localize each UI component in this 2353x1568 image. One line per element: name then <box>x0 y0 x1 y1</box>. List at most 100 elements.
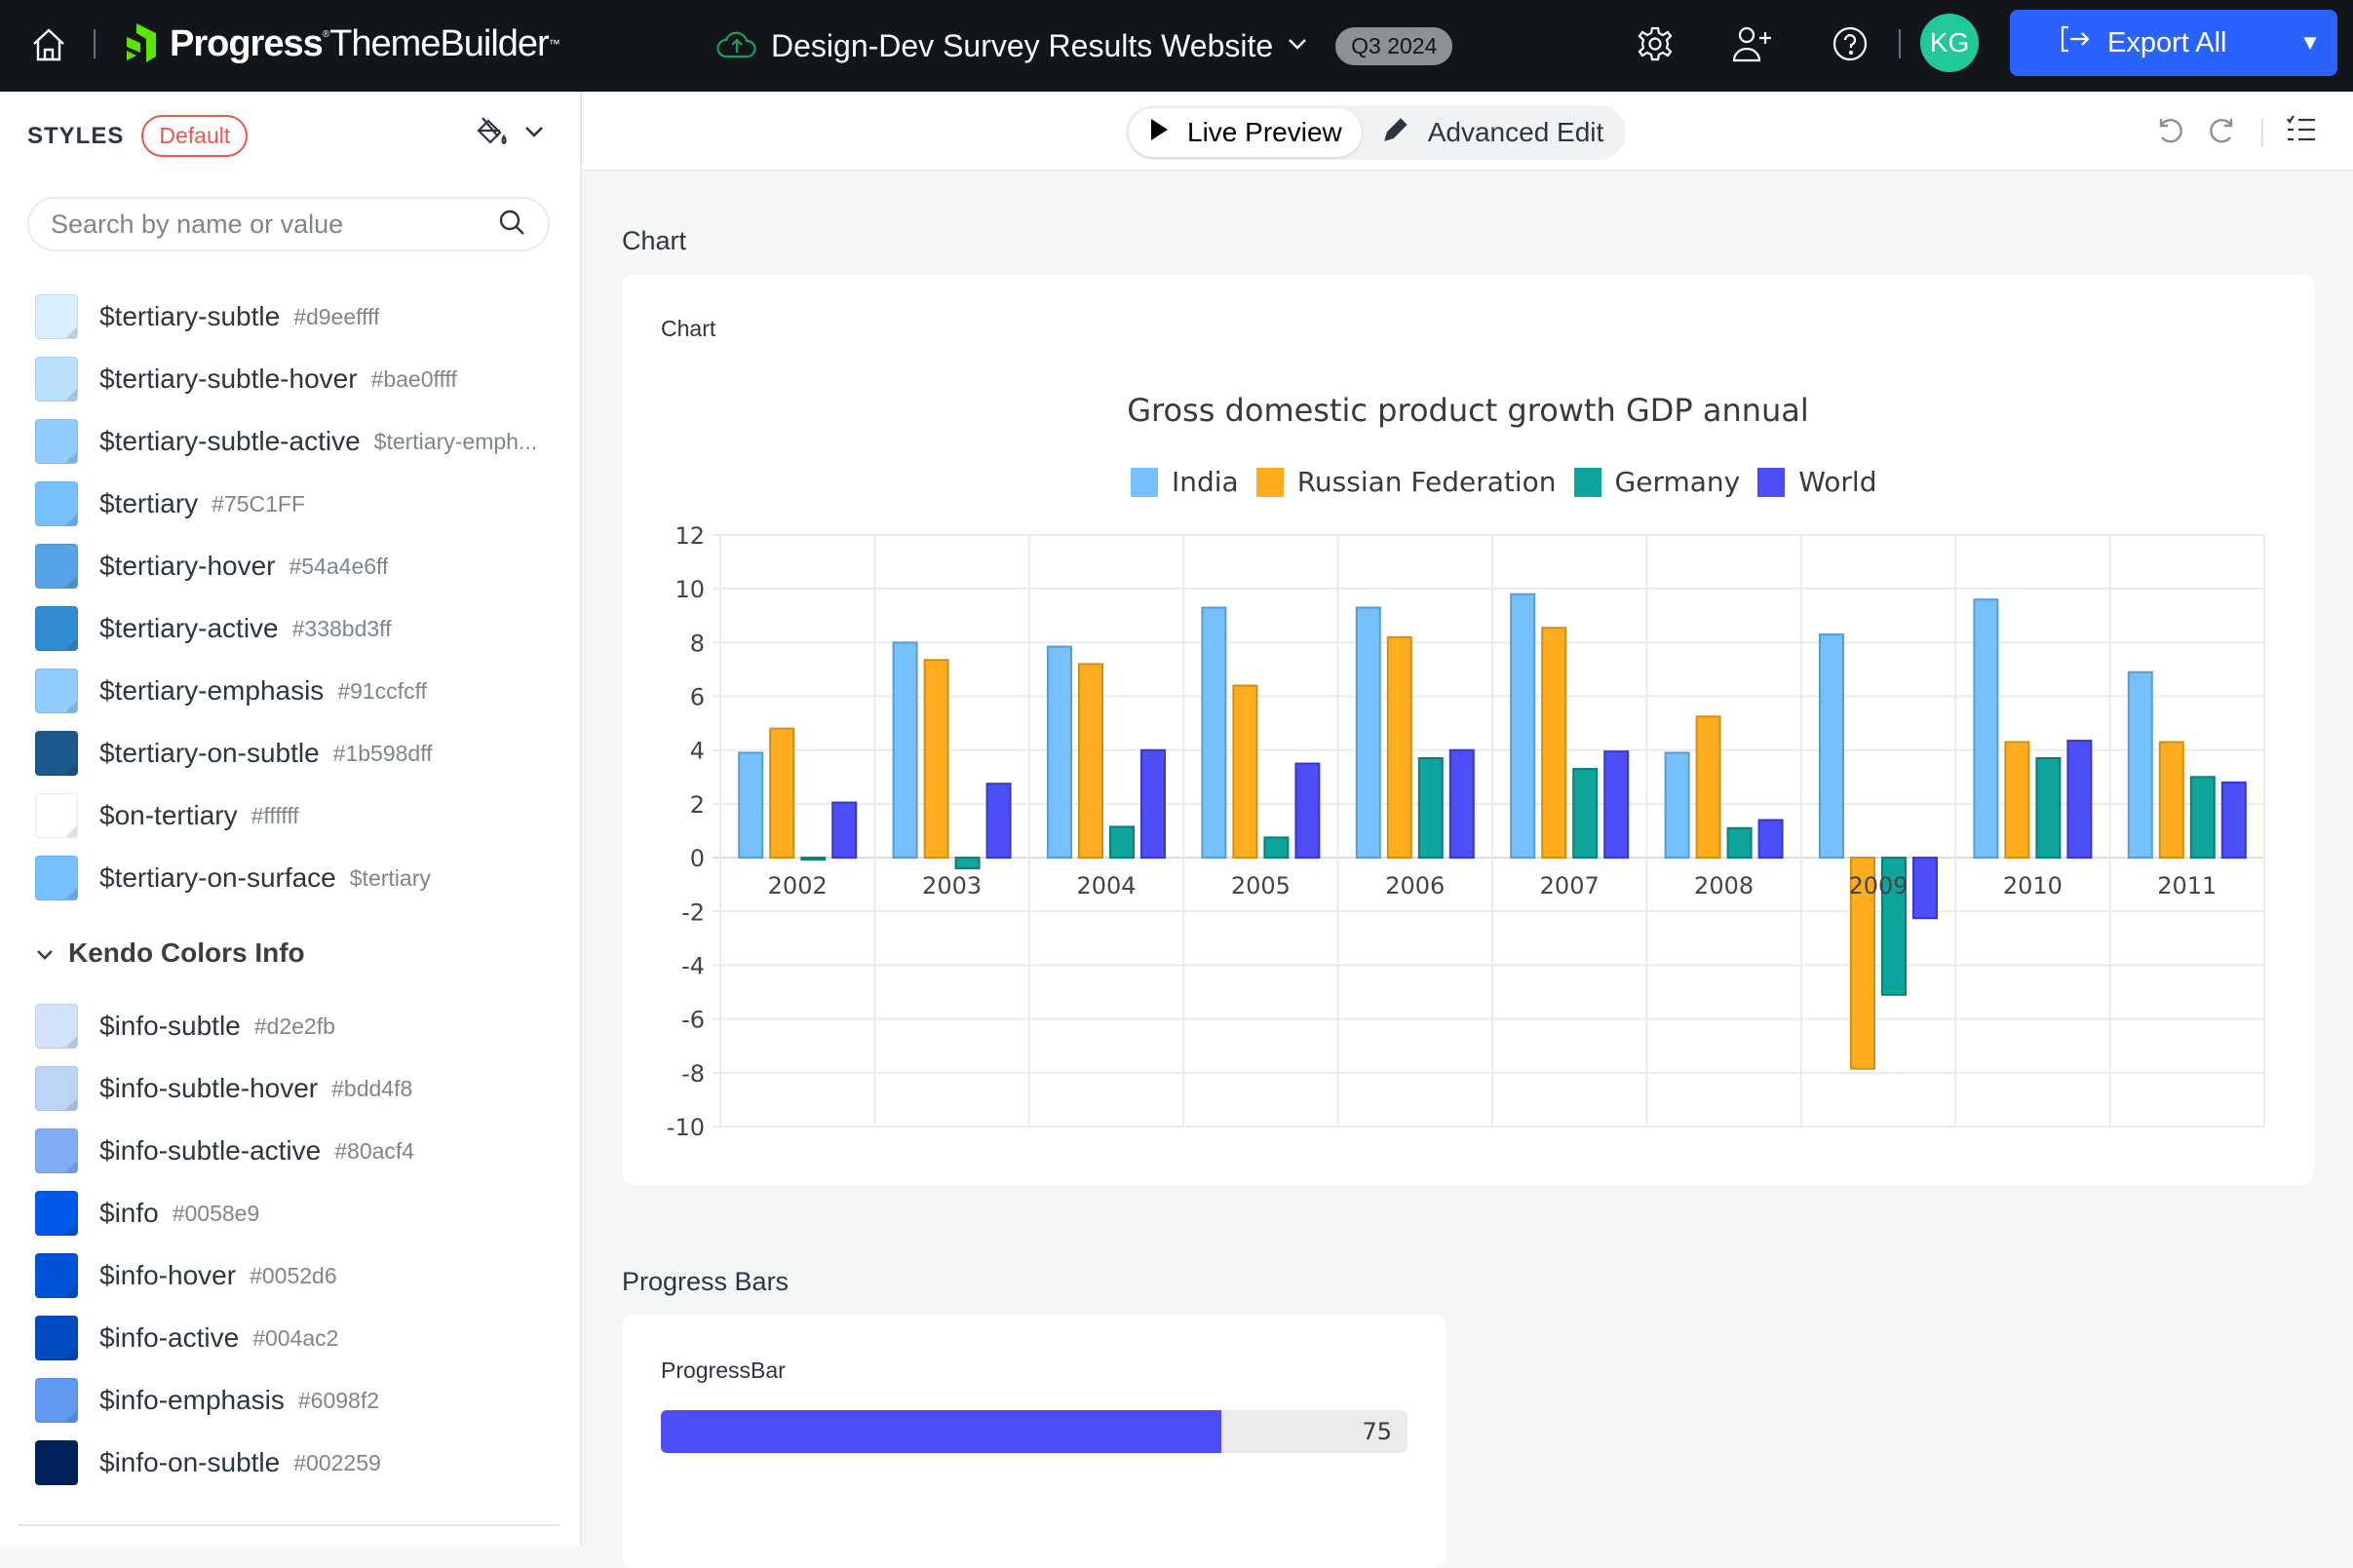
gear-icon[interactable] <box>1636 24 1677 65</box>
progress-bar-value: 75 <box>1362 1418 1392 1445</box>
color-swatch[interactable] <box>35 357 78 402</box>
export-all-button[interactable]: Export All ▼ <box>2010 10 2337 76</box>
bar-germany <box>1572 768 1599 860</box>
color-variable-item[interactable]: $tertiary-subtle #d9eeffff <box>35 294 379 339</box>
bar-world <box>1140 748 1166 860</box>
color-variable-value: #004ac2 <box>252 1324 339 1351</box>
x-tick-label: 2005 <box>1231 872 1291 899</box>
bar-russian-federation <box>2004 741 2030 860</box>
color-swatch[interactable] <box>35 1128 78 1173</box>
color-swatch[interactable] <box>35 419 78 464</box>
color-swatch[interactable] <box>35 669 78 713</box>
color-variable-item[interactable]: $info #0058e9 <box>35 1191 259 1236</box>
redo-icon[interactable] <box>2207 113 2240 151</box>
color-variable-item[interactable]: $tertiary-emphasis #91ccfcff <box>35 669 427 713</box>
color-swatch[interactable] <box>35 856 78 900</box>
toolbar-actions <box>2152 113 2318 151</box>
bar-germany <box>1726 826 1753 860</box>
color-swatch[interactable] <box>35 544 78 589</box>
y-tick-label: 6 <box>690 684 705 711</box>
user-avatar[interactable]: KG <box>1920 14 1979 72</box>
group-header-kendo-colors-info[interactable]: Kendo Colors Info <box>35 937 305 969</box>
progress-logo: Progress ® ThemeBuilder ™ <box>125 19 560 68</box>
advanced-edit-button[interactable]: Advanced Edit <box>1362 108 1624 157</box>
color-swatch[interactable] <box>35 731 78 776</box>
color-variable-item[interactable]: $tertiary-subtle-hover #bae0ffff <box>35 357 457 402</box>
color-swatch[interactable] <box>35 606 78 651</box>
color-variable-item[interactable]: $info-subtle #d2e2fb <box>35 1004 335 1049</box>
undo-icon[interactable] <box>2152 113 2185 151</box>
color-swatch[interactable] <box>35 294 78 339</box>
chevron-down-icon[interactable] <box>1287 37 1308 56</box>
color-swatch[interactable] <box>35 1378 78 1423</box>
export-all-main[interactable]: Export All <box>2010 10 2283 76</box>
color-variable-item[interactable]: $info-emphasis #6098f2 <box>35 1378 379 1423</box>
progressbar-card-label: ProgressBar <box>661 1358 786 1383</box>
color-variable-item[interactable]: $tertiary-on-surface $tertiary <box>35 856 431 900</box>
color-variable-item[interactable]: $info-on-subtle #002259 <box>35 1440 381 1485</box>
bar-germany <box>1263 836 1290 860</box>
color-swatch[interactable] <box>35 481 78 526</box>
y-tick-label: 0 <box>690 845 705 872</box>
color-swatch[interactable] <box>35 1004 78 1049</box>
color-variable-item[interactable]: $tertiary-on-subtle #1b598dff <box>35 731 433 776</box>
color-variable-value: #75C1FF <box>212 490 306 516</box>
color-variable-name: $info-active <box>99 1322 240 1353</box>
group-title: Kendo Colors Info <box>68 937 305 968</box>
bar-world <box>1603 750 1630 860</box>
color-swatch[interactable] <box>35 1066 78 1111</box>
checklist-icon[interactable] <box>2285 113 2318 151</box>
pencil-icon <box>1381 115 1410 151</box>
color-swatch[interactable] <box>35 1191 78 1236</box>
color-variable-name: $info-subtle-active <box>99 1135 322 1166</box>
color-variable-item[interactable]: $tertiary-active #338bd3ff <box>35 606 392 651</box>
add-user-icon[interactable] <box>1731 24 1772 65</box>
bar-world <box>831 801 858 860</box>
color-variable-item[interactable]: $tertiary #75C1FF <box>35 481 305 526</box>
mode-switch: Live Preview Advanced Edit <box>1126 105 1627 160</box>
search-field[interactable] <box>27 197 550 251</box>
chevron-down-icon[interactable] <box>35 937 55 969</box>
color-variable-name: $tertiary-hover <box>99 551 276 581</box>
search-input[interactable] <box>51 209 497 240</box>
project-title[interactable]: Design-Dev Survey Results Website <box>771 28 1273 64</box>
y-tick-label: -8 <box>681 1060 705 1088</box>
styles-sidebar: STYLES Default $tertiary-subtle #d9eeffff… <box>0 92 582 1546</box>
bar-india <box>1664 751 1690 860</box>
help-icon[interactable] <box>1831 24 1871 65</box>
x-tick-label: 2010 <box>2003 872 2063 899</box>
color-variable-value: #002259 <box>293 1449 381 1475</box>
live-preview-button[interactable]: Live Preview <box>1129 108 1362 157</box>
search-icon[interactable] <box>497 208 526 242</box>
color-variable-item[interactable]: $info-subtle-active #80acf4 <box>35 1128 414 1173</box>
color-variable-item[interactable]: $tertiary-subtle-active $tertiary-emph... <box>35 419 537 464</box>
color-variable-value: #ffffff <box>251 802 299 828</box>
bar-russian-federation <box>923 659 949 860</box>
color-swatch[interactable] <box>35 1316 78 1360</box>
color-variable-item[interactable]: $info-subtle-hover #bdd4f8 <box>35 1066 412 1111</box>
color-variable-item[interactable]: $on-tertiary #ffffff <box>35 793 299 838</box>
color-variable-item[interactable]: $tertiary-hover #54a4e6ff <box>35 544 388 589</box>
paint-bucket-icon[interactable] <box>475 115 510 153</box>
color-swatch[interactable] <box>35 1440 78 1485</box>
caret-down-icon[interactable]: ▼ <box>2283 10 2337 76</box>
color-variable-item[interactable]: $info-active #004ac2 <box>35 1316 338 1360</box>
color-swatch[interactable] <box>35 793 78 838</box>
bar-world <box>1448 748 1475 860</box>
color-variable-name: $tertiary-active <box>99 613 279 643</box>
project-selector[interactable]: Design-Dev Survey Results Website Q3 202… <box>716 21 1453 70</box>
bar-russian-federation <box>1232 684 1258 860</box>
color-variable-name: $tertiary-on-surface <box>99 862 336 893</box>
color-variable-name: $info <box>99 1198 159 1228</box>
color-variable-item[interactable]: $info-hover #0052d6 <box>35 1253 337 1298</box>
y-tick-label: 2 <box>690 791 705 819</box>
advanced-edit-label: Advanced Edit <box>1427 117 1604 147</box>
chevron-down-icon[interactable] <box>523 125 545 143</box>
style-badge[interactable]: Default <box>141 115 249 157</box>
color-swatch[interactable] <box>35 1253 78 1298</box>
bar-india <box>892 641 918 860</box>
bar-world <box>1912 857 1938 920</box>
home-icon[interactable] <box>29 25 68 64</box>
x-tick-label: 2004 <box>1076 872 1136 899</box>
trademark: ™ <box>548 37 560 51</box>
